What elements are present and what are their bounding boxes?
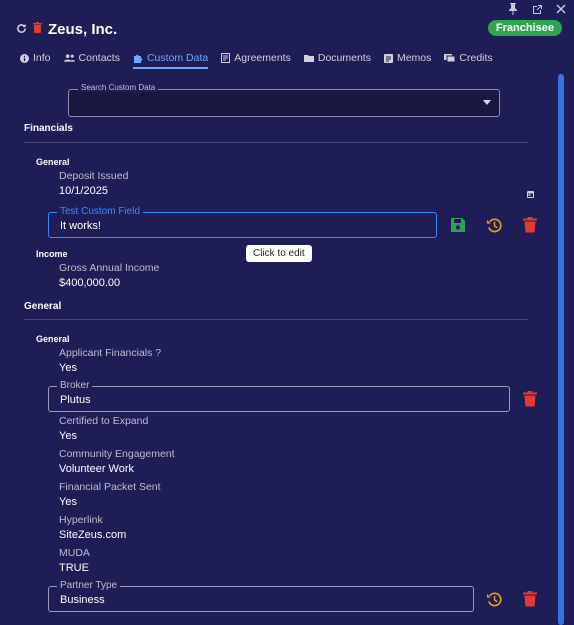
field-value: 10/1/2025 (59, 185, 108, 197)
refresh-icon[interactable] (16, 22, 27, 37)
field-value: SiteZeus.com (59, 529, 127, 541)
field-value: Yes (59, 362, 77, 374)
field-deposit-issued[interactable]: Deposit Issued 10/1/2025 (59, 170, 128, 198)
field-label: Partner Type (57, 580, 121, 592)
group-title-general: General (36, 334, 70, 344)
tab-credits[interactable]: Credits (444, 50, 493, 66)
tab-agreements[interactable]: Agreements (221, 50, 291, 66)
field-hyperlink[interactable]: Hyperlink SiteZeus.com (59, 514, 126, 542)
tab-bar: Info Contacts Custom Data Agreements Doc… (20, 50, 493, 69)
credits-icon (444, 54, 456, 62)
tab-memos[interactable]: Memos (383, 50, 432, 66)
field-label: MUDA (59, 547, 90, 559)
tab-label: Credits (459, 52, 493, 64)
memo-icon (383, 53, 393, 63)
window-controls (506, 2, 568, 16)
status-badge: Franchisee (487, 20, 562, 36)
calendar-icon[interactable] (527, 185, 534, 203)
custom-data-panel: Search Custom Data Financials General De… (0, 72, 556, 625)
test-custom-field-input[interactable]: Test Custom Field It works! (48, 206, 437, 238)
field-value: Yes (59, 430, 77, 442)
popout-icon[interactable] (530, 2, 544, 16)
search-custom-data-select[interactable]: Search Custom Data (68, 83, 500, 117)
contacts-icon (63, 54, 75, 62)
group-title-general: General (36, 157, 70, 167)
chevron-down-icon[interactable] (483, 100, 491, 105)
pin-icon[interactable] (506, 2, 520, 16)
trash-icon[interactable] (521, 390, 539, 408)
tab-label: Memos (396, 52, 432, 64)
info-icon (20, 53, 29, 63)
click-to-edit-tooltip: Click to edit (246, 245, 312, 262)
field-label: Test Custom Field (57, 206, 144, 218)
field-label: Hyperlink (59, 514, 103, 526)
field-label: Broker (57, 380, 93, 392)
field-label: Gross Annual Income (59, 262, 160, 274)
section-divider (24, 319, 528, 320)
field-certified-to-expand[interactable]: Certified to Expand Yes (59, 415, 148, 443)
field-community-engagement[interactable]: Community Engagement Volunteer Work (59, 448, 175, 476)
field-value: Plutus (60, 394, 91, 406)
field-financial-packet-sent[interactable]: Financial Packet Sent Yes (59, 481, 161, 509)
section-divider (24, 142, 528, 143)
tab-label: Info (33, 52, 51, 64)
field-label: Financial Packet Sent (59, 481, 161, 493)
history-icon[interactable] (485, 216, 503, 234)
record-header: Zeus, Inc. Franchisee (16, 18, 562, 40)
close-icon[interactable] (554, 2, 568, 16)
field-muda[interactable]: MUDA TRUE (59, 547, 90, 575)
delete-record-icon[interactable] (33, 20, 42, 38)
field-applicant-financials[interactable]: Applicant Financials ? Yes (59, 347, 161, 375)
trash-icon[interactable] (521, 216, 539, 234)
tab-contacts[interactable]: Contacts (63, 50, 120, 66)
tab-label: Contacts (78, 52, 120, 64)
tab-documents[interactable]: Documents (303, 50, 371, 66)
field-value: $400,000.00 (59, 277, 121, 289)
field-value: TRUE (59, 562, 89, 574)
field-label: Certified to Expand (59, 415, 149, 427)
history-icon[interactable] (485, 590, 503, 608)
field-value: Yes (59, 496, 77, 508)
field-label: Applicant Financials ? (59, 347, 162, 359)
record-title: Zeus, Inc. (48, 20, 118, 38)
vertical-scrollbar[interactable] (558, 74, 564, 625)
trash-icon[interactable] (521, 590, 539, 608)
partner-type-input[interactable]: Partner Type Business (48, 580, 474, 612)
search-label: Search Custom Data (78, 83, 159, 92)
broker-input[interactable]: Broker Plutus (48, 380, 510, 412)
section-title-financials: Financials (24, 123, 73, 134)
field-value: Volunteer Work (59, 463, 135, 475)
group-title-income: Income (36, 249, 68, 259)
tab-label: Documents (317, 52, 371, 64)
tab-label: Agreements (234, 52, 291, 64)
save-icon[interactable] (449, 216, 467, 234)
folder-icon (303, 54, 314, 62)
field-label: Community Engagement (59, 448, 175, 460)
puzzle-icon (133, 53, 143, 63)
tab-label: Custom Data (146, 52, 209, 64)
field-value: It works! (60, 220, 101, 232)
field-label: Deposit Issued (59, 170, 129, 182)
tab-custom-data[interactable]: Custom Data (132, 50, 209, 69)
agreement-icon (221, 53, 231, 63)
field-gross-annual-income[interactable]: Gross Annual Income $400,000.00 (59, 262, 159, 290)
section-title-general: General (24, 301, 62, 312)
field-value: Business (60, 594, 105, 606)
tab-info[interactable]: Info (20, 50, 51, 66)
